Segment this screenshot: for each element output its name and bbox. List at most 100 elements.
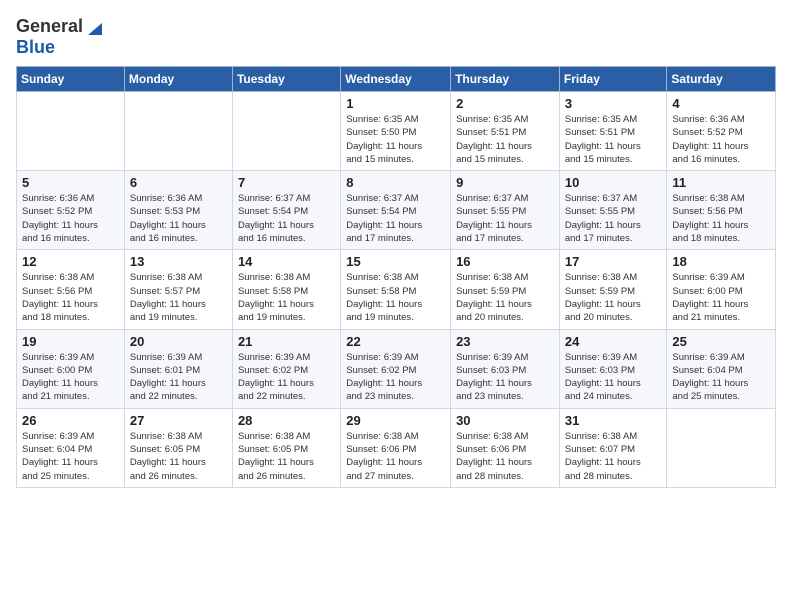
calendar-cell: 12 Sunrise: 6:38 AM Sunset: 5:56 PM Dayli… [17, 250, 125, 329]
calendar-table: SundayMondayTuesdayWednesdayThursdayFrid… [16, 66, 776, 488]
logo-triangle-icon [84, 19, 102, 37]
day-info: Sunrise: 6:37 AM Sunset: 5:55 PM Dayligh… [456, 192, 554, 245]
day-number: 19 [22, 334, 119, 349]
calendar-cell [124, 92, 232, 171]
calendar-cell [232, 92, 340, 171]
day-number: 14 [238, 254, 335, 269]
day-info: Sunrise: 6:39 AM Sunset: 6:02 PM Dayligh… [346, 351, 445, 404]
day-info: Sunrise: 6:37 AM Sunset: 5:54 PM Dayligh… [238, 192, 335, 245]
day-number: 1 [346, 96, 445, 111]
calendar-cell [667, 408, 776, 487]
day-header-monday: Monday [124, 67, 232, 92]
day-info: Sunrise: 6:39 AM Sunset: 6:04 PM Dayligh… [672, 351, 770, 404]
calendar-cell: 27Sunrise: 6:38 AM Sunset: 6:05 PM Dayli… [124, 408, 232, 487]
day-number: 21 [238, 334, 335, 349]
day-number: 2 [456, 96, 554, 111]
day-number: 13 [130, 254, 227, 269]
day-number: 31 [565, 413, 662, 428]
day-info: Sunrise: 6:38 AM Sunset: 5:56 PM Dayligh… [22, 271, 119, 324]
calendar-cell: 24 Sunrise: 6:39 AM Sunset: 6:03 PM Dayli… [559, 329, 667, 408]
day-number: 4 [672, 96, 770, 111]
day-info: Sunrise: 6:36 AM Sunset: 5:53 PM Dayligh… [130, 192, 227, 245]
page-header: General Blue [16, 16, 776, 58]
day-info: Sunrise: 6:38 AM Sunset: 5:59 PM Dayligh… [456, 271, 554, 324]
day-header-friday: Friday [559, 67, 667, 92]
logo: General Blue [16, 16, 102, 58]
day-info: Sunrise: 6:39 AM Sunset: 6:02 PM Dayligh… [238, 351, 335, 404]
calendar-cell: 1 Sunrise: 6:35 AM Sunset: 5:50 PM Daylig… [341, 92, 451, 171]
logo-blue-text: Blue [16, 37, 55, 57]
day-info: Sunrise: 6:39 AM Sunset: 6:01 PM Dayligh… [130, 351, 227, 404]
calendar-week-row: 5 Sunrise: 6:36 AM Sunset: 5:52 PM Daylig… [17, 171, 776, 250]
calendar-cell: 17Sunrise: 6:38 AM Sunset: 5:59 PM Dayli… [559, 250, 667, 329]
day-number: 30 [456, 413, 554, 428]
day-number: 22 [346, 334, 445, 349]
day-number: 27 [130, 413, 227, 428]
calendar-cell: 21 Sunrise: 6:39 AM Sunset: 6:02 PM Dayli… [232, 329, 340, 408]
day-info: Sunrise: 6:39 AM Sunset: 6:03 PM Dayligh… [565, 351, 662, 404]
day-info: Sunrise: 6:39 AM Sunset: 6:04 PM Dayligh… [22, 430, 119, 483]
calendar-cell: 25 Sunrise: 6:39 AM Sunset: 6:04 PM Dayli… [667, 329, 776, 408]
day-number: 16 [456, 254, 554, 269]
logo-general-text: General [16, 16, 83, 37]
day-info: Sunrise: 6:35 AM Sunset: 5:50 PM Dayligh… [346, 113, 445, 166]
calendar-cell: 30Sunrise: 6:38 AM Sunset: 6:06 PM Dayli… [451, 408, 560, 487]
calendar-cell: 2 Sunrise: 6:35 AM Sunset: 5:51 PM Daylig… [451, 92, 560, 171]
calendar-cell [17, 92, 125, 171]
calendar-cell: 14Sunrise: 6:38 AM Sunset: 5:58 PM Dayli… [232, 250, 340, 329]
day-info: Sunrise: 6:38 AM Sunset: 5:57 PM Dayligh… [130, 271, 227, 324]
calendar-cell: 13 Sunrise: 6:38 AM Sunset: 5:57 PM Dayli… [124, 250, 232, 329]
day-info: Sunrise: 6:38 AM Sunset: 5:59 PM Dayligh… [565, 271, 662, 324]
day-info: Sunrise: 6:39 AM Sunset: 6:00 PM Dayligh… [22, 351, 119, 404]
day-info: Sunrise: 6:37 AM Sunset: 5:55 PM Dayligh… [565, 192, 662, 245]
calendar-week-row: 19 Sunrise: 6:39 AM Sunset: 6:00 PM Dayli… [17, 329, 776, 408]
calendar-cell: 23 Sunrise: 6:39 AM Sunset: 6:03 PM Dayli… [451, 329, 560, 408]
day-number: 8 [346, 175, 445, 190]
calendar-cell: 5 Sunrise: 6:36 AM Sunset: 5:52 PM Daylig… [17, 171, 125, 250]
day-header-sunday: Sunday [17, 67, 125, 92]
calendar-cell: 22 Sunrise: 6:39 AM Sunset: 6:02 PM Dayli… [341, 329, 451, 408]
day-number: 12 [22, 254, 119, 269]
day-info: Sunrise: 6:38 AM Sunset: 6:06 PM Dayligh… [346, 430, 445, 483]
calendar-cell: 4Sunrise: 6:36 AM Sunset: 5:52 PM Daylig… [667, 92, 776, 171]
day-number: 6 [130, 175, 227, 190]
day-header-tuesday: Tuesday [232, 67, 340, 92]
day-info: Sunrise: 6:35 AM Sunset: 5:51 PM Dayligh… [565, 113, 662, 166]
calendar-week-row: 12 Sunrise: 6:38 AM Sunset: 5:56 PM Dayli… [17, 250, 776, 329]
calendar-cell: 28Sunrise: 6:38 AM Sunset: 6:05 PM Dayli… [232, 408, 340, 487]
day-number: 5 [22, 175, 119, 190]
calendar-cell: 19 Sunrise: 6:39 AM Sunset: 6:00 PM Dayli… [17, 329, 125, 408]
calendar-cell: 29Sunrise: 6:38 AM Sunset: 6:06 PM Dayli… [341, 408, 451, 487]
day-info: Sunrise: 6:37 AM Sunset: 5:54 PM Dayligh… [346, 192, 445, 245]
day-number: 26 [22, 413, 119, 428]
day-info: Sunrise: 6:39 AM Sunset: 6:03 PM Dayligh… [456, 351, 554, 404]
day-header-thursday: Thursday [451, 67, 560, 92]
day-number: 7 [238, 175, 335, 190]
day-info: Sunrise: 6:38 AM Sunset: 5:58 PM Dayligh… [346, 271, 445, 324]
day-number: 11 [672, 175, 770, 190]
calendar-cell: 15Sunrise: 6:38 AM Sunset: 5:58 PM Dayli… [341, 250, 451, 329]
day-number: 25 [672, 334, 770, 349]
day-number: 24 [565, 334, 662, 349]
calendar-cell: 6 Sunrise: 6:36 AM Sunset: 5:53 PM Daylig… [124, 171, 232, 250]
calendar-cell: 20 Sunrise: 6:39 AM Sunset: 6:01 PM Dayli… [124, 329, 232, 408]
calendar-cell: 3Sunrise: 6:35 AM Sunset: 5:51 PM Daylig… [559, 92, 667, 171]
calendar-cell: 11 Sunrise: 6:38 AM Sunset: 5:56 PM Dayli… [667, 171, 776, 250]
calendar-cell: 10 Sunrise: 6:37 AM Sunset: 5:55 PM Dayli… [559, 171, 667, 250]
day-number: 18 [672, 254, 770, 269]
calendar-cell: 9 Sunrise: 6:37 AM Sunset: 5:55 PM Daylig… [451, 171, 560, 250]
day-info: Sunrise: 6:39 AM Sunset: 6:00 PM Dayligh… [672, 271, 770, 324]
day-number: 23 [456, 334, 554, 349]
calendar-cell: 7 Sunrise: 6:37 AM Sunset: 5:54 PM Daylig… [232, 171, 340, 250]
calendar-cell: 26 Sunrise: 6:39 AM Sunset: 6:04 PM Dayli… [17, 408, 125, 487]
day-number: 9 [456, 175, 554, 190]
calendar-cell: 8 Sunrise: 6:37 AM Sunset: 5:54 PM Daylig… [341, 171, 451, 250]
day-info: Sunrise: 6:38 AM Sunset: 6:07 PM Dayligh… [565, 430, 662, 483]
calendar-cell: 18 Sunrise: 6:39 AM Sunset: 6:00 PM Dayli… [667, 250, 776, 329]
day-info: Sunrise: 6:36 AM Sunset: 5:52 PM Dayligh… [22, 192, 119, 245]
day-info: Sunrise: 6:35 AM Sunset: 5:51 PM Dayligh… [456, 113, 554, 166]
day-info: Sunrise: 6:38 AM Sunset: 5:56 PM Dayligh… [672, 192, 770, 245]
day-number: 20 [130, 334, 227, 349]
day-header-wednesday: Wednesday [341, 67, 451, 92]
day-number: 10 [565, 175, 662, 190]
